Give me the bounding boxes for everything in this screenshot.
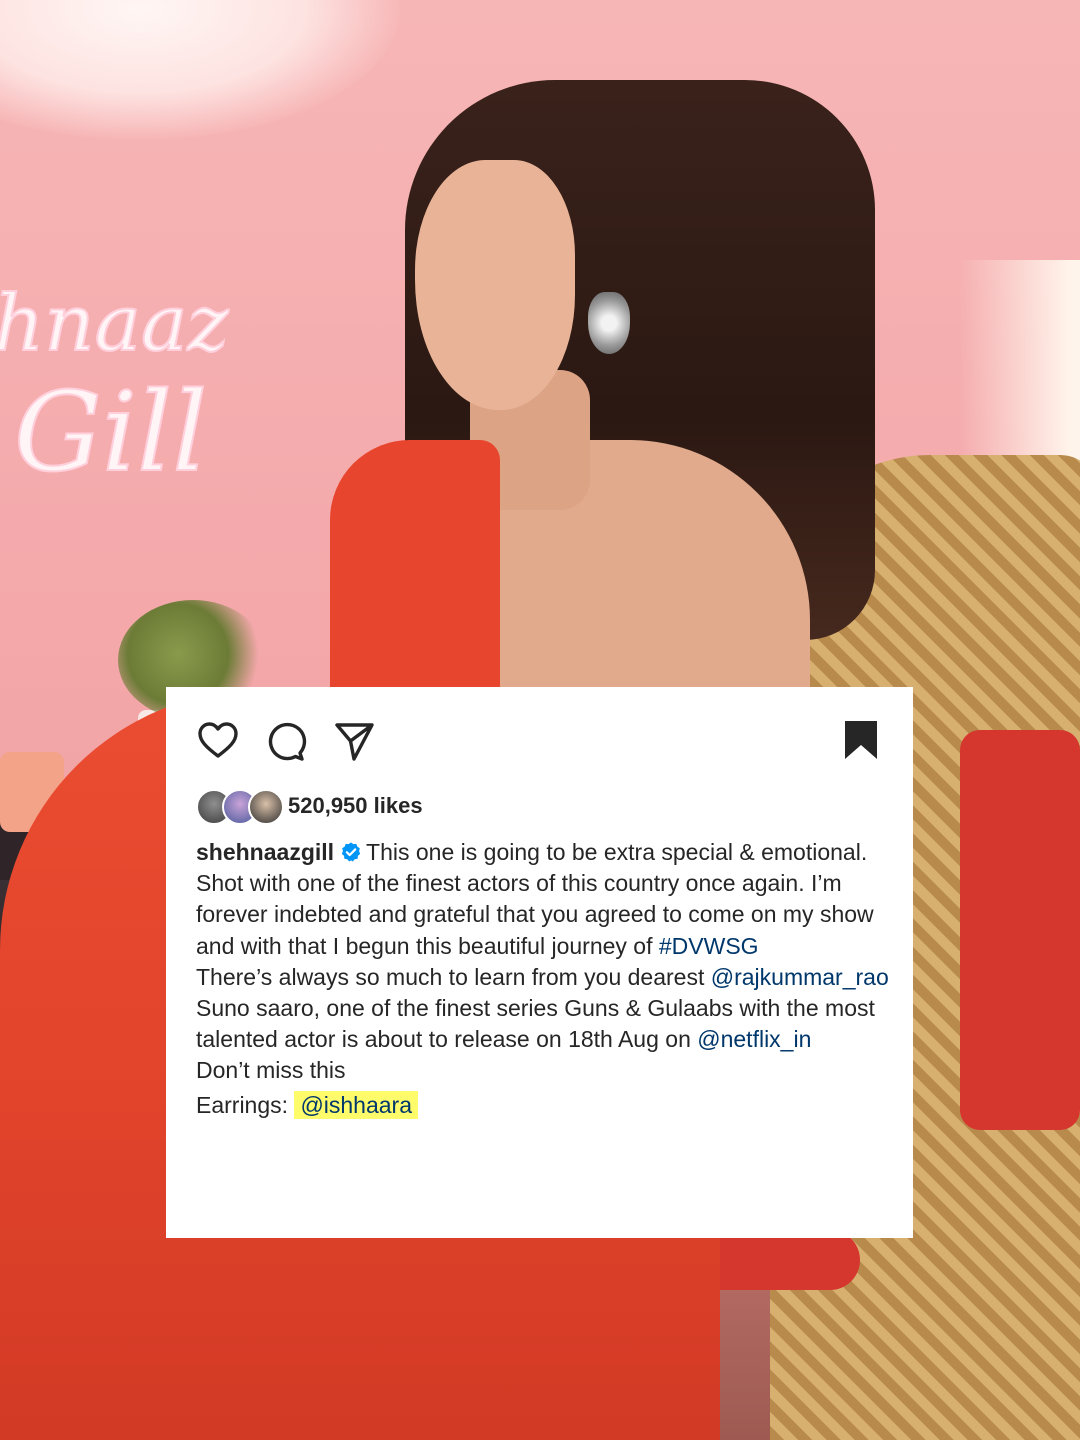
heart-icon[interactable] (196, 719, 240, 763)
liker-avatars (196, 789, 284, 825)
caption-paragraph: Don’t miss this (196, 1057, 346, 1084)
neon-circle-glow (0, 0, 400, 140)
avatar (248, 789, 284, 825)
post-caption: shehnaazgill This one is going to be ext… (196, 837, 896, 1121)
mention-link-highlighted[interactable]: @ishhaara (294, 1090, 419, 1119)
verified-badge-icon (341, 842, 361, 862)
neon-sign-line-2: Gill (14, 368, 207, 496)
likes-row[interactable]: 520,950 likes (196, 787, 423, 825)
hashtag-link[interactable]: #DVWSG (659, 933, 759, 959)
bookmark-icon[interactable] (839, 719, 883, 763)
caption-paragraph: Earrings: @ishhaara (196, 1090, 896, 1121)
neon-sign: hnaaz Gill (0, 278, 230, 497)
earring (588, 292, 630, 354)
caption-paragraph: There’s always so much to learn from you… (196, 962, 896, 993)
face (415, 160, 575, 410)
username[interactable]: shehnaazgill (196, 839, 334, 865)
mention-link[interactable]: @netflix_in (697, 1026, 811, 1052)
caption-paragraph: Suno saaro, one of the finest series Gun… (196, 993, 896, 1055)
mention-link[interactable]: @rajkummar_rao (711, 964, 889, 990)
send-icon[interactable] (332, 719, 376, 763)
neon-sign-line-1: hnaaz (0, 279, 229, 369)
likes-count[interactable]: 520,950 likes (288, 793, 423, 819)
caption-paragraph: shehnaazgill This one is going to be ext… (196, 837, 896, 962)
post-actions-bar (196, 719, 883, 763)
comment-icon[interactable] (263, 719, 307, 763)
instagram-post-card: 520,950 likes shehnaazgill This one is g… (166, 687, 913, 1238)
chair-red-band (960, 730, 1080, 1130)
caption-text: Earrings: (196, 1091, 295, 1118)
caption-text: There’s always so much to learn from you… (196, 963, 711, 990)
